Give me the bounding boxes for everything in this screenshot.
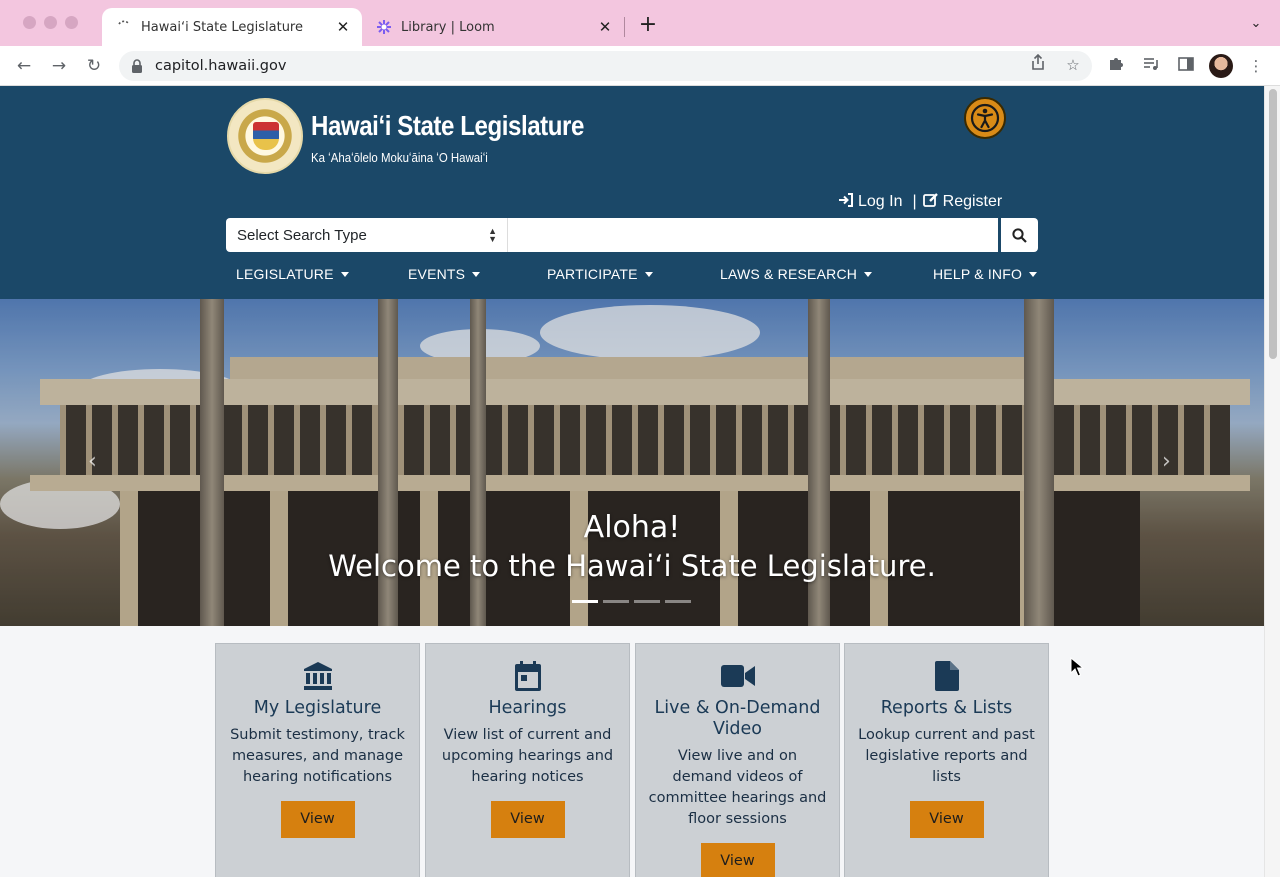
nav-laws-research[interactable]: LAWS & RESEARCH [720,266,873,282]
card-description: View list of current and upcoming hearin… [441,727,614,785]
view-button[interactable]: View [280,801,355,838]
tab-separator [624,17,625,37]
search-button[interactable] [1001,218,1038,252]
tab-title: Hawaiʻi State Legislature [141,19,303,35]
tab-search-chevron-icon[interactable]: ⌄ [1246,16,1266,36]
view-button[interactable]: View [490,801,565,838]
carousel-indicator[interactable] [665,600,691,603]
sign-in-icon [838,193,854,211]
reload-icon[interactable]: ↻ [82,54,106,78]
state-seal-logo[interactable] [227,98,303,174]
calendar-icon [426,660,629,692]
page-scrollbar[interactable] [1264,86,1280,877]
login-link[interactable]: Log In [838,193,902,211]
tab-close-icon[interactable]: ✕ [332,16,354,38]
document-icon [845,660,1048,692]
search-icon [1012,227,1027,243]
card-video: Live & On-Demand Video View live and on … [635,643,840,877]
view-button[interactable]: View [700,843,775,877]
loom-logo-icon [376,19,392,35]
back-arrow-icon[interactable]: ← [12,54,36,78]
nav-help-info[interactable]: HELP & INFO [933,266,1038,282]
tab-title: Library | Loom [401,19,495,35]
tab-loom-library[interactable]: Library | Loom ✕ [366,8,624,46]
edit-icon [922,192,939,212]
nav-events[interactable]: EVENTS [408,266,481,282]
window-close-button[interactable] [23,16,36,29]
carousel-indicator[interactable] [603,600,629,603]
site-title[interactable]: Hawaiʻi State Legislature [311,110,584,142]
tab-hawaii-legislature[interactable]: Hawaiʻi State Legislature ✕ [102,8,362,46]
card-my-legislature: My Legislature Submit testimony, track m… [215,643,420,877]
card-title: Hearings [488,698,567,718]
card-title: Reports & Lists [880,698,1013,718]
card-title: My Legislature [253,698,382,718]
site-subtitle: Ka ʻAhaʻōlelo Mokuʻāina ʻO Hawaiʻi [311,150,488,165]
caret-down-icon [340,271,349,277]
carousel-indicator[interactable] [572,600,598,603]
carousel-next-icon[interactable]: › [1162,449,1171,474]
share-icon[interactable] [1027,53,1049,76]
site-header: Hawaiʻi State Legislature Ka ʻAhaʻōlelo … [0,86,1264,299]
caret-down-icon [472,271,481,277]
hero-line-2: Welcome to the Hawaiʻi State Legislature… [328,549,936,583]
auth-links: Log In | Register [838,192,1002,212]
accessibility-icon [970,103,1000,133]
building-icon [216,660,419,692]
view-button[interactable]: View [909,801,984,838]
window-zoom-button[interactable] [65,16,78,29]
lock-icon [131,59,145,73]
feature-cards: My Legislature Submit testimony, track m… [215,643,1049,877]
url-text: capitol.hawaii.gov [155,58,287,74]
browser-menu-icon[interactable]: ⋮ [1245,55,1267,77]
caret-down-icon [1029,271,1038,277]
browser-tab-bar: Hawaiʻi State Legislature ✕ Library | Lo… [0,0,1280,46]
card-hearings: Hearings View list of current and upcomi… [425,643,630,877]
video-camera-icon [636,660,839,692]
card-description: Lookup current and past legislative repo… [858,727,1035,785]
loading-spinner-icon [116,19,132,35]
card-description: View live and on demand videos of commit… [648,748,827,827]
card-title: Live & On-Demand Video [654,698,821,739]
select-arrows-icon: ▲ ▼ [488,226,497,244]
caret-down-icon [644,271,653,277]
carousel-prev-icon[interactable]: ‹ [88,449,97,474]
register-link[interactable]: Register [922,192,1002,212]
carousel-indicator[interactable] [634,600,660,603]
search-bar: Select Search Type ▲ ▼ [226,218,1038,252]
media-queue-icon[interactable] [1140,55,1162,77]
nav-participate[interactable]: PARTICIPATE [547,266,653,282]
hero-heading: Aloha! Welcome to the Hawaiʻi State Legi… [0,509,1264,585]
main-navigation: LEGISLATURE EVENTS PARTICIPATE LAWS & RE… [226,266,1038,290]
card-description: Submit testimony, track measures, and ma… [230,727,405,785]
caret-down-icon [864,271,873,277]
page-viewport: Hawaiʻi State Legislature Ka ʻAhaʻōlelo … [0,86,1280,877]
browser-toolbar: ← → ↻ capitol.hawaii.gov ☆ ⋮ [0,46,1280,86]
hero-line-1: Aloha! [583,510,681,545]
auth-separator: | [912,193,917,210]
card-reports: Reports & Lists Lookup current and past … [844,643,1049,877]
forward-arrow-icon[interactable]: → [47,54,71,78]
nav-legislature[interactable]: LEGISLATURE [236,266,349,282]
new-tab-icon[interactable]: + [636,14,660,38]
scrollbar-thumb[interactable] [1269,89,1277,359]
address-bar[interactable]: capitol.hawaii.gov [119,51,1092,81]
profile-avatar[interactable] [1209,54,1233,78]
mouse-cursor-icon [1070,657,1084,677]
hero-carousel: ‹ › Aloha! Welcome to the Hawaiʻi State … [0,299,1264,626]
extensions-puzzle-icon[interactable] [1105,55,1127,77]
accessibility-button[interactable] [964,97,1006,139]
tab-close-icon[interactable]: ✕ [594,16,616,38]
search-input[interactable] [508,218,998,252]
search-type-select[interactable]: Select Search Type ▲ ▼ [226,218,508,252]
bookmark-star-icon[interactable]: ☆ [1062,54,1084,76]
carousel-indicators [572,600,696,603]
window-minimize-button[interactable] [44,16,57,29]
side-panel-icon[interactable] [1175,55,1197,77]
